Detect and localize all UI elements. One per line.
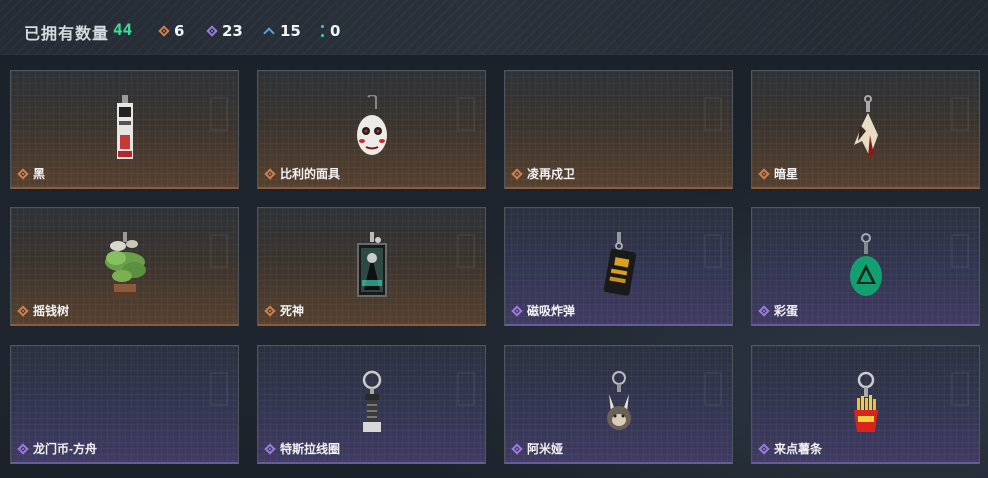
stat-purple-value: 23 (222, 22, 243, 40)
owned-count-header: 已拥有数量 44 6 23 15 0 (0, 0, 988, 55)
orange-diamond-icon (158, 25, 170, 37)
purple-diamond-icon (758, 304, 770, 317)
orange-diamond-icon (758, 167, 770, 180)
orange-diamond-icon (264, 304, 276, 317)
charm-card[interactable]: 磁吸炸弹 (504, 207, 733, 326)
charm-card[interactable]: 彩蛋 (751, 207, 980, 326)
card-name: 比利的面具 (280, 167, 341, 181)
purple-diamond-icon (758, 442, 770, 455)
card-decoration (951, 372, 969, 406)
card-decoration (210, 234, 228, 268)
money-tree-icon (104, 232, 146, 298)
card-label: 彩蛋 (758, 302, 799, 319)
purple-diamond-icon (17, 442, 29, 455)
fries-charm-icon (853, 371, 878, 432)
card-label: 暗星 (758, 165, 799, 182)
card-name: 凌再戍卫 (527, 167, 576, 181)
charm-card[interactable]: 阿米娅 (504, 345, 733, 464)
card-decoration (951, 97, 969, 131)
teal-dots-icon (320, 25, 324, 37)
bunny-plush-icon (606, 371, 631, 430)
card-label: 龙门币-方舟 (17, 440, 97, 457)
orange-diamond-icon (17, 167, 29, 180)
card-decoration (457, 372, 475, 406)
puppet-mask-icon (356, 95, 387, 155)
charm-card[interactable]: 比利的面具 (257, 70, 486, 189)
purple-diamond-icon (511, 442, 523, 455)
charm-card[interactable]: 摇钱树 (10, 207, 239, 326)
card-name: 磁吸炸弹 (527, 304, 576, 318)
card-name: 特斯拉线圈 (280, 442, 341, 456)
card-label: 黑 (17, 165, 46, 182)
tesla-coil-icon (362, 370, 381, 432)
card-label: 死神 (264, 302, 305, 319)
card-name: 龙门币-方舟 (33, 442, 97, 456)
card-decoration (704, 97, 722, 131)
stat-blue: 15 (264, 22, 301, 40)
blue-chevron-icon (264, 27, 274, 35)
card-name: 死神 (280, 304, 305, 318)
card-name: 暗星 (774, 167, 799, 181)
card-decoration (210, 97, 228, 131)
charm-card[interactable]: 来点薯条 (751, 345, 980, 464)
purple-diamond-icon (206, 25, 218, 37)
stat-purple: 23 (206, 22, 243, 40)
owned-count-total: 44 (113, 20, 133, 39)
charm-card[interactable]: 黑 (10, 70, 239, 189)
green-egg-icon (849, 233, 882, 296)
purple-diamond-icon (511, 304, 523, 317)
card-label: 阿米娅 (511, 440, 564, 457)
card-label: 来点薯条 (758, 440, 823, 457)
card-label: 摇钱树 (17, 302, 70, 319)
owned-count-label: 已拥有数量 (24, 26, 110, 43)
card-name: 来点薯条 (774, 442, 823, 456)
card-decoration (951, 234, 969, 268)
stat-orange: 6 (158, 22, 185, 40)
charm-card[interactable]: 特斯拉线圈 (257, 345, 486, 464)
card-label: 凌再戍卫 (511, 165, 576, 182)
card-decoration (457, 97, 475, 131)
stat-teal-value: 0 (330, 22, 341, 40)
charm-card[interactable]: 暗星 (751, 70, 980, 189)
card-decoration (457, 234, 475, 268)
orange-diamond-icon (511, 167, 523, 180)
stat-teal: 0 (320, 22, 340, 40)
card-decoration (210, 372, 228, 406)
card-name: 黑 (33, 167, 46, 181)
orange-diamond-icon (17, 304, 29, 317)
card-label: 特斯拉线圈 (264, 440, 341, 457)
card-decoration (704, 372, 722, 406)
tag-pendant-icon (116, 95, 133, 159)
card-name: 摇钱树 (33, 304, 70, 318)
stat-orange-value: 6 (174, 22, 185, 40)
purple-diamond-icon (264, 442, 276, 455)
orange-diamond-icon (264, 167, 276, 180)
blade-charm-icon (853, 95, 878, 157)
card-name: 阿米娅 (527, 442, 564, 456)
reaper-card-icon (356, 232, 387, 297)
charm-card[interactable]: 凌再戍卫 (504, 70, 733, 189)
header-stripes (0, 0, 988, 54)
stat-blue-value: 15 (280, 22, 301, 40)
card-decoration (704, 234, 722, 268)
card-label: 比利的面具 (264, 165, 341, 182)
card-name: 彩蛋 (774, 304, 799, 318)
card-label: 磁吸炸弹 (511, 302, 576, 319)
bomb-charm-icon (603, 232, 636, 296)
charm-card[interactable]: 龙门币-方舟 (10, 345, 239, 464)
charm-card[interactable]: 死神 (257, 207, 486, 326)
